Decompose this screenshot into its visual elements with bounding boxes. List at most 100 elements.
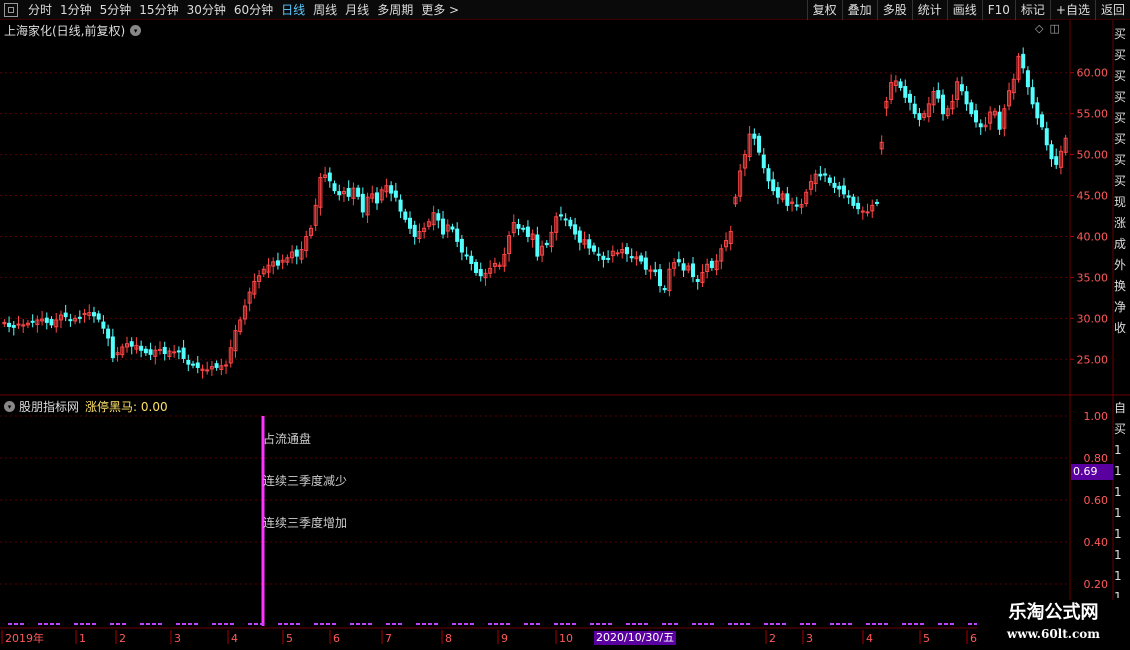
candle-body [695,279,700,282]
right_cut_chars-11: 外 [1114,258,1127,272]
candle-body [30,320,35,323]
candle-body [823,173,828,176]
time-tick-label: 2 [769,632,776,645]
candle-body [969,102,974,115]
candle-body [464,254,469,257]
indicator-name: 股朋指标网 [19,400,80,414]
candle-body [846,195,851,198]
candle-body [521,227,526,230]
right_cut_chars-6: 买 [1114,153,1127,167]
candle-body [63,312,68,318]
price-tick-label: 60.00 [1077,67,1109,80]
candle-body [191,363,196,366]
candle-body [478,269,483,277]
candle-body [936,90,941,99]
price-tick-label: 35.00 [1077,271,1109,284]
price-tick-label: 55.00 [1077,108,1109,121]
candle-body [832,182,837,188]
candle-body [450,226,455,230]
indicator-dropdown-icon[interactable]: ▾ [4,401,15,412]
candle-body [573,224,578,235]
candle-body [639,255,644,262]
candle-body [412,224,417,237]
candle-body [162,346,167,355]
candle-body [91,312,96,317]
candle-body [606,257,611,260]
candle-body [865,211,870,214]
time-tick-label: 4 [231,632,238,645]
right-info-panel-cut: 买买买买买买买买现涨成外换净收 [1114,24,1130,394]
candle-body [158,348,163,351]
price-tick-label: 30.00 [1077,312,1109,325]
candle-body [917,113,922,120]
candle-body [148,349,153,355]
time-tick-label: 9 [501,632,508,645]
candle-body [337,191,342,196]
right_cut_chars_ind-1: 买 [1114,422,1127,436]
indicator-value: 涨停黑马: 0.00 [85,400,168,414]
candle-body [629,256,634,259]
candlestick-chart[interactable]: 60.00 55.00 50.00 45.00 40.00 35.00 30.00 25.00… [0,0,1130,650]
right_cut_chars_ind-0: 自 [1114,401,1127,415]
right_cut_chars-3: 买 [1114,90,1127,104]
selected-date: 2020/10/30/五 [594,631,677,645]
candle-body [96,313,101,320]
candle-body [327,172,332,182]
candle-body [974,110,979,123]
candle-body [941,94,946,115]
candle-body [129,341,134,347]
candle-body [101,321,106,329]
right_cut_chars-2: 买 [1114,69,1127,83]
right_cut_chars_ind-7: 1 [1114,548,1122,562]
time-tick-label: 6 [333,632,340,645]
time-tick-label: 10 [559,632,573,645]
watermark: 乐淘公式网 www.60lt.com [977,600,1130,650]
right_cut_chars-4: 买 [1114,111,1127,125]
time-tick-label: 3 [174,632,181,645]
candle-body [676,259,681,263]
candle-body [544,242,549,246]
indicator-tick-label: 0.20 [1084,578,1109,591]
right_cut_chars-12: 换 [1114,279,1127,293]
candle-body [106,328,111,339]
right_cut_chars-0: 买 [1114,27,1127,41]
candle-body [176,350,181,353]
candle-body [214,363,219,368]
candle-body [766,168,771,182]
right_cut_chars-9: 涨 [1114,216,1127,230]
candle-body [837,185,842,190]
candle-body [360,193,365,213]
candle-body [903,85,908,98]
candle-body [7,322,12,328]
candle-body [558,214,563,217]
candle-body [11,325,16,328]
time-tick-label: 5 [286,632,293,645]
candle-body [1049,144,1054,160]
candle-body [785,193,790,206]
candle-body [898,81,903,88]
watermark-url: www.60lt.com [1007,627,1100,641]
time-tick-label: 3 [806,632,813,645]
candle-body [568,219,573,227]
candle-body [68,319,73,322]
candle-body [294,249,299,257]
candle-body [332,183,337,192]
price-tick-label: 25.00 [1077,353,1109,366]
candle-body [389,185,394,194]
candle-body [959,84,964,92]
indicator-label-float-share: 占流通盘 [263,432,312,446]
right_cut_chars-13: 净 [1114,300,1127,314]
indicator-label-increase: 连续三季度增加 [263,516,348,530]
right_cut_chars_ind-3: 1 [1114,464,1122,478]
candle-body [1030,87,1035,105]
candle-body [615,252,620,255]
candle-body [907,93,912,103]
candle-body [110,336,115,359]
candle-body [16,323,21,326]
time-tick-label: 7 [385,632,392,645]
time-tick-label: 5 [923,632,930,645]
right_cut_chars-7: 买 [1114,174,1127,188]
candle-body [1021,53,1026,69]
candle-body [771,179,776,192]
candle-body [827,177,832,183]
